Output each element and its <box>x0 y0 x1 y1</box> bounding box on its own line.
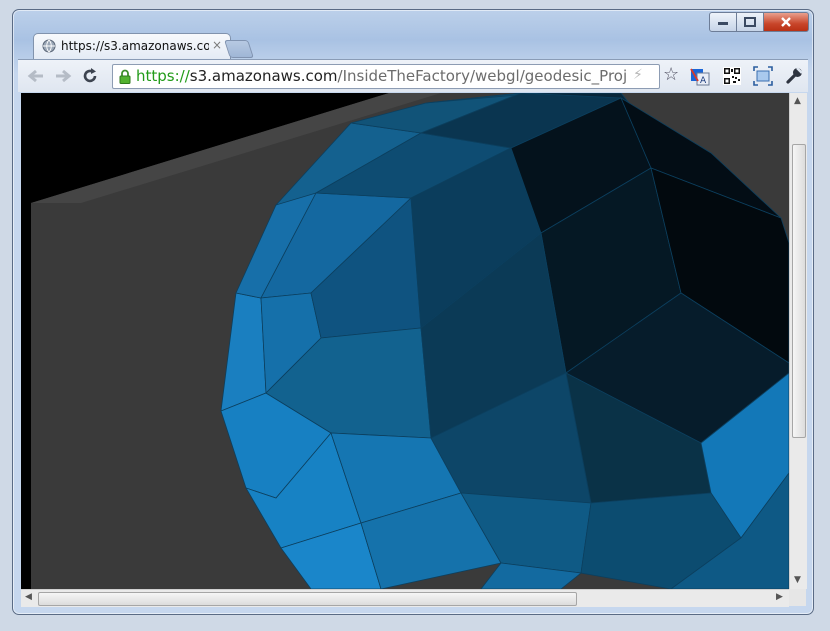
scroll-up-icon[interactable]: ▲ <box>794 96 801 106</box>
bookmark-star-icon[interactable]: ☆ <box>663 65 679 85</box>
qr-code-icon[interactable] <box>722 66 742 86</box>
fullscreen-icon[interactable] <box>753 66 773 86</box>
forward-arrow-icon <box>56 69 72 83</box>
close-window-button[interactable] <box>764 12 809 32</box>
horizontal-scrollbar[interactable]: ◀ ▶ <box>21 589 789 607</box>
minimize-button[interactable] <box>709 12 737 32</box>
reload-icon <box>83 68 97 83</box>
translate-icon[interactable]: A <box>690 66 710 86</box>
geodesic-sphere-scene <box>21 93 789 589</box>
close-icon <box>781 17 791 27</box>
scroll-right-icon[interactable]: ▶ <box>776 592 783 602</box>
reload-button[interactable] <box>80 66 100 86</box>
tab-title: https://s3.amazonaws.com/ <box>61 39 209 53</box>
scroll-left-icon[interactable]: ◀ <box>25 592 32 602</box>
url-path: /InsideTheFactory/webgl/geodesic_Project… <box>337 67 626 85</box>
vertical-scrollbar[interactable]: ▲ ▼ <box>789 93 807 589</box>
scroll-down-icon[interactable]: ▼ <box>794 575 801 585</box>
url-text: https://s3.amazonaws.com/InsideTheFactor… <box>136 67 626 85</box>
svg-text:A: A <box>700 76 707 86</box>
scrollbar-corner <box>789 589 806 606</box>
toolbar: https://s3.amazonaws.com/InsideTheFactor… <box>18 59 808 92</box>
maximize-icon <box>744 17 756 27</box>
webgl-canvas[interactable] <box>21 93 789 589</box>
back-button[interactable] <box>26 66 46 86</box>
tab-close-icon[interactable]: × <box>212 38 222 52</box>
address-bar[interactable]: https://s3.amazonaws.com/InsideTheFactor… <box>112 64 660 89</box>
maximize-button[interactable] <box>737 12 764 32</box>
browser-window: https://s3.amazonaws.com/ × https://s3.a… <box>12 9 814 615</box>
url-host: s3.amazonaws.com <box>189 67 338 85</box>
minimize-icon <box>718 22 728 25</box>
window-controls <box>709 12 809 32</box>
forward-button[interactable] <box>53 66 73 86</box>
vertical-scroll-thumb[interactable] <box>792 144 806 438</box>
lock-icon <box>119 69 131 84</box>
page-action-bolt-icon[interactable]: ⚡ <box>633 67 643 83</box>
new-tab-button[interactable] <box>224 40 254 58</box>
globe-icon <box>42 39 56 53</box>
wrench-icon[interactable] <box>784 66 804 86</box>
url-scheme: https:// <box>136 67 190 85</box>
horizontal-scroll-thumb[interactable] <box>38 592 577 606</box>
browser-tab[interactable]: https://s3.amazonaws.com/ × <box>33 33 231 59</box>
back-arrow-icon <box>27 69 43 83</box>
